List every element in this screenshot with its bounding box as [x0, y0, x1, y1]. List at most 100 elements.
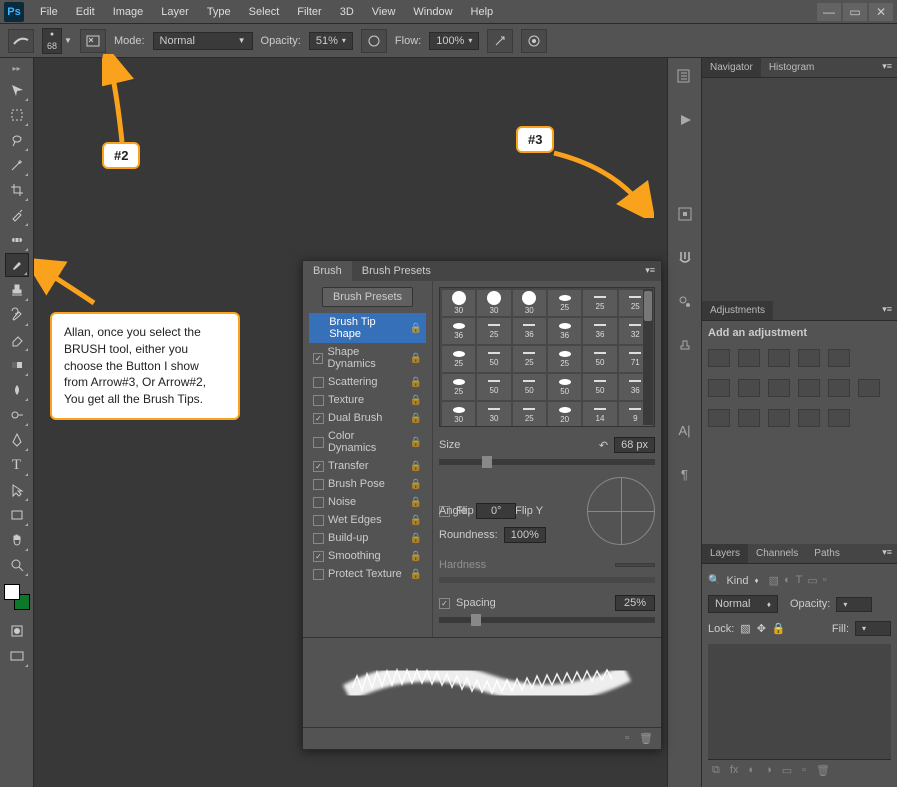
- menu-layer[interactable]: Layer: [153, 3, 197, 21]
- adj-levels-icon[interactable]: [738, 349, 760, 367]
- stamp-tool[interactable]: [5, 278, 29, 302]
- brush-tip-cell[interactable]: 50: [513, 374, 546, 400]
- dock-actions-icon[interactable]: [673, 108, 697, 132]
- checkbox[interactable]: [313, 497, 324, 508]
- blur-tool[interactable]: [5, 378, 29, 402]
- opacity-pressure-icon[interactable]: [361, 29, 387, 53]
- zoom-tool[interactable]: [5, 553, 29, 577]
- brush-tip-cell[interactable]: 14: [583, 402, 616, 427]
- brush-tip-cell[interactable]: 25: [513, 346, 546, 372]
- checkbox[interactable]: ✓: [313, 413, 324, 424]
- filter-smart-icon[interactable]: ▫: [823, 574, 827, 587]
- lock-icon[interactable]: 🔒: [410, 395, 422, 406]
- brush-tip-cell[interactable]: 25: [513, 402, 546, 427]
- adj-lookup-icon[interactable]: [858, 379, 880, 397]
- checkbox[interactable]: ✓: [313, 353, 323, 364]
- layer-mask-icon[interactable]: ◐: [748, 764, 755, 777]
- lock-icon[interactable]: 🔒: [410, 533, 422, 544]
- brush-tip-cell[interactable]: 25: [477, 318, 510, 344]
- adj-colorbal-icon[interactable]: [738, 379, 760, 397]
- color-swatches[interactable]: [4, 584, 30, 610]
- reset-size-icon[interactable]: ↶: [599, 439, 608, 452]
- path-select-tool[interactable]: [5, 478, 29, 502]
- crop-tool[interactable]: [5, 178, 29, 202]
- checkbox[interactable]: [313, 569, 324, 580]
- brush-tip-cell[interactable]: 25: [442, 374, 475, 400]
- lock-all-icon[interactable]: 🔒: [772, 622, 786, 635]
- tab-brush[interactable]: Brush: [303, 261, 352, 281]
- adj-photo-icon[interactable]: [798, 379, 820, 397]
- brush-tip-cell[interactable]: 30: [477, 402, 510, 427]
- brush-tip-cell[interactable]: 36: [442, 318, 475, 344]
- navigator-menu-icon[interactable]: ▾≡: [877, 58, 897, 77]
- brush-tip-cell[interactable]: 25: [442, 346, 475, 372]
- layers-menu-icon[interactable]: ▾≡: [877, 544, 897, 563]
- dock-paragraph-icon[interactable]: ¶: [673, 462, 697, 486]
- maximize-button[interactable]: ▭: [843, 3, 867, 21]
- lock-icon[interactable]: 🔒: [410, 569, 422, 580]
- brush-presets-button[interactable]: Brush Presets: [322, 287, 413, 307]
- brush-setting-scattering[interactable]: Scattering🔒: [309, 373, 426, 391]
- adj-curves-icon[interactable]: [768, 349, 790, 367]
- filter-shape-icon[interactable]: ▭: [807, 574, 817, 587]
- adj-brightness-icon[interactable]: [708, 349, 730, 367]
- lock-icon[interactable]: 🔒: [410, 377, 422, 388]
- tab-adjustments[interactable]: Adjustments: [702, 301, 773, 320]
- panel-menu-icon[interactable]: ▾≡: [639, 261, 661, 281]
- lock-icon[interactable]: 🔒: [410, 551, 422, 562]
- tab-layers[interactable]: Layers: [702, 544, 748, 563]
- checkbox[interactable]: [313, 479, 324, 490]
- filter-adj-icon[interactable]: ◐: [784, 574, 791, 587]
- spacing-slider[interactable]: [439, 617, 655, 623]
- brush-tool[interactable]: [5, 253, 29, 277]
- lock-icon[interactable]: 🔒: [410, 461, 422, 472]
- menu-view[interactable]: View: [364, 3, 404, 21]
- eraser-tool[interactable]: [5, 328, 29, 352]
- move-tool[interactable]: [5, 78, 29, 102]
- lock-icon[interactable]: 🔒: [410, 353, 422, 364]
- brush-preset-picker[interactable]: ● 68: [42, 28, 62, 54]
- brush-tip-cell[interactable]: 50: [548, 374, 581, 400]
- brush-setting-transfer[interactable]: ✓Transfer🔒: [309, 457, 426, 475]
- new-brush-icon[interactable]: ▫: [625, 732, 629, 745]
- lock-icon[interactable]: 🔒: [410, 497, 422, 508]
- brush-tip-cell[interactable]: 50: [477, 346, 510, 372]
- link-layers-icon[interactable]: ⧉: [712, 764, 720, 777]
- new-layer-icon[interactable]: ▫: [802, 764, 806, 777]
- adj-exposure-icon[interactable]: [798, 349, 820, 367]
- minimize-button[interactable]: —: [817, 3, 841, 21]
- adj-gradmap-icon[interactable]: [798, 409, 820, 427]
- checkbox[interactable]: [313, 395, 324, 406]
- layer-fill-input[interactable]: ▾: [855, 621, 891, 636]
- brush-tip-cell[interactable]: 50: [477, 374, 510, 400]
- brush-tip-cell[interactable]: 30: [477, 290, 510, 316]
- layer-opacity-input[interactable]: ▾: [836, 597, 872, 612]
- lock-icon[interactable]: 🔒: [410, 437, 422, 448]
- brush-tip-cell[interactable]: 30: [442, 402, 475, 427]
- dock-brush-icon[interactable]: [673, 246, 697, 270]
- checkbox[interactable]: [313, 533, 324, 544]
- adj-invert-icon[interactable]: [708, 409, 730, 427]
- filter-pixel-icon[interactable]: ▧: [769, 574, 779, 587]
- brush-tip-cell[interactable]: 25: [548, 346, 581, 372]
- lock-icon[interactable]: 🔒: [410, 515, 422, 526]
- menu-window[interactable]: Window: [405, 3, 460, 21]
- marquee-tool[interactable]: [5, 103, 29, 127]
- menu-file[interactable]: File: [32, 3, 66, 21]
- brush-tip-grid[interactable]: 3030302525253625363636322550252550712550…: [439, 287, 655, 427]
- lock-icon[interactable]: 🔒: [410, 413, 422, 424]
- brush-panel-toggle-icon[interactable]: [80, 29, 106, 53]
- filter-type-icon[interactable]: T: [796, 574, 803, 587]
- quickmask-icon[interactable]: [5, 619, 29, 643]
- history-brush-tool[interactable]: [5, 303, 29, 327]
- tool-preset-icon[interactable]: [8, 29, 34, 53]
- foreground-color-swatch[interactable]: [4, 584, 20, 600]
- brush-setting-protect-texture[interactable]: Protect Texture🔒: [309, 565, 426, 583]
- menu-edit[interactable]: Edit: [68, 3, 103, 21]
- adj-thresh-icon[interactable]: [768, 409, 790, 427]
- checkbox[interactable]: ✓: [313, 551, 324, 562]
- brush-setting-wet-edges[interactable]: Wet Edges🔒: [309, 511, 426, 529]
- dock-properties-icon[interactable]: [673, 202, 697, 226]
- layers-list[interactable]: [708, 644, 891, 759]
- opacity-input[interactable]: 51%▾: [309, 32, 353, 50]
